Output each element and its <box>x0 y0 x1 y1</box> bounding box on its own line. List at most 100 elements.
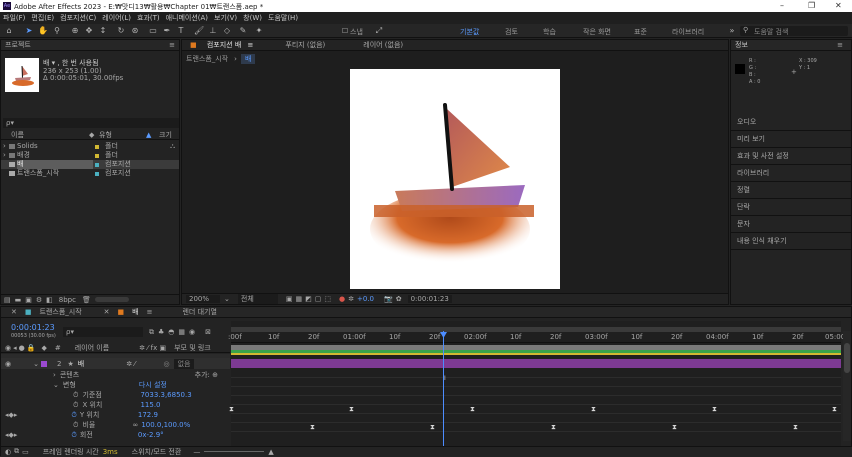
timeline-tab-render-queue[interactable]: 렌더 대기열 <box>178 307 220 318</box>
panel-audio[interactable]: 오디오 <box>731 114 851 131</box>
flowchart-icon[interactable]: ⛬ <box>170 142 175 151</box>
pan-tool-icon[interactable]: ✥ <box>84 26 94 36</box>
eye-icon[interactable]: ◉ <box>5 360 11 368</box>
prop-value[interactable]: 7033.3,6850.3 <box>140 391 191 399</box>
comp-canvas[interactable] <box>350 69 560 289</box>
more-workspaces-icon[interactable]: » <box>727 26 737 36</box>
bpc-label[interactable]: 8bpc <box>59 296 76 304</box>
hand-tool-icon[interactable]: ✋ <box>38 26 48 36</box>
workspace-small-screen[interactable]: 작은 화면 <box>583 27 611 37</box>
viewer-timecode[interactable]: 0:00:01:23 <box>407 295 452 303</box>
toggle-modes-icon[interactable]: ▭ <box>22 448 29 456</box>
panel-effects-presets[interactable]: 효과 및 사전 설정 <box>731 148 851 165</box>
reset-link[interactable]: 다시 설정 <box>139 380 167 390</box>
layer-bar-yellow[interactable] <box>231 353 841 355</box>
prop-x-position[interactable]: ⏱ X 위치 115.0 <box>1 400 230 410</box>
keyframe-icon[interactable]: ⧗ <box>229 406 234 413</box>
brush-tool-icon[interactable]: 🖌 <box>194 26 204 36</box>
scroll-thumb[interactable] <box>844 343 850 373</box>
layer-tab[interactable]: 레이어 (없음) <box>359 40 407 51</box>
timeline-track-area[interactable]: :00f 10f 20f 01:00f 10f 20f 02:00f 10f 2… <box>228 321 845 446</box>
keyframe-icon[interactable]: ⧗ <box>349 406 354 413</box>
list-item[interactable]: 트랜스폼_시작 컴포지션 <box>1 169 179 178</box>
next-keyframe-icon[interactable]: ▸ <box>14 411 18 419</box>
toggle-switches-modes[interactable]: 스위치/모드 전환 <box>132 447 182 457</box>
time-ruler[interactable]: :00f 10f 20f 01:00f 10f 20f 02:00f 10f 2… <box>228 332 845 343</box>
track-x-position[interactable] <box>231 396 841 405</box>
keyframe-icon[interactable]: ⧗ <box>591 406 596 413</box>
puppet-tool-icon[interactable]: ✦ <box>254 26 264 36</box>
project-tab[interactable]: 프로젝트 <box>1 40 35 51</box>
comp-switch-icon[interactable]: ⧉ <box>149 328 154 337</box>
region-icon[interactable]: ▣ <box>286 295 293 303</box>
panel-menu-icon[interactable]: ≡ <box>143 307 157 318</box>
menu-layer[interactable]: 레이어(L) <box>102 13 131 23</box>
keyframe-icon[interactable]: ⧗ <box>310 424 315 431</box>
color-channels-icon[interactable]: ● <box>339 295 345 303</box>
menu-edit[interactable]: 편집(E) <box>31 13 54 23</box>
breadcrumb-item-active[interactable]: 배 <box>240 54 256 64</box>
rectangle-tool-icon[interactable]: ▭ <box>148 26 158 36</box>
list-item-selected[interactable]: 배 컴포지션 <box>1 160 179 169</box>
menu-composition[interactable]: 컴포지션(C) <box>60 13 96 23</box>
timeline-tab-boat[interactable]: 배 <box>128 307 142 318</box>
panel-content-aware-fill[interactable]: 내용 인식 채우기 <box>731 233 851 250</box>
keyframe-icon[interactable]: ⧗ <box>712 406 717 413</box>
panel-character[interactable]: 문자 <box>731 216 851 233</box>
timeline-timecode[interactable]: 0:00:01:23 <box>11 323 55 332</box>
workspace-learn[interactable]: 학습 <box>543 27 556 37</box>
show-snapshot-icon[interactable]: ✿ <box>396 295 402 303</box>
list-item[interactable]: › 배경 폴더 <box>1 151 179 160</box>
workspace-libraries[interactable]: 라이브러리 <box>672 27 704 37</box>
adjust-icon[interactable]: ⚙ <box>36 296 42 304</box>
workspace-review[interactable]: 검토 <box>505 27 518 37</box>
close-tab-icon[interactable]: ✕ <box>100 307 114 318</box>
exposure-value[interactable]: +0.0 <box>357 295 374 303</box>
prop-contents[interactable]: › 콘텐츠 추가: ⊕ <box>1 370 230 380</box>
stopwatch-icon[interactable]: ⏱ <box>73 391 78 400</box>
new-folder-icon[interactable]: ▬ <box>15 296 22 304</box>
timeline-tab-start[interactable]: 트랜스폼_시작 <box>36 307 86 318</box>
expand-arrow-icon[interactable]: › <box>1 142 9 151</box>
comp-tab[interactable]: ■ 컴포지션 배 ≡ <box>182 40 257 51</box>
mask-icon[interactable]: ◩ <box>305 295 312 303</box>
prop-value[interactable]: 172.9 <box>138 411 158 419</box>
time-zoom-slider[interactable] <box>204 451 265 452</box>
motion-blur-icon[interactable]: ◉ <box>189 328 195 336</box>
keyframe-icon[interactable]: ⧗ <box>793 424 798 431</box>
track-scale[interactable] <box>231 414 841 423</box>
prop-transform[interactable]: ⌄ 변형 다시 설정 <box>1 380 230 390</box>
keyframe-icon[interactable]: ⧗ <box>470 406 475 413</box>
type-tool-icon[interactable]: T <box>176 26 186 36</box>
home-icon[interactable]: ⌂ <box>4 26 14 36</box>
close-button[interactable]: ✕ <box>835 1 842 10</box>
panel-preview[interactable]: 미리 보기 <box>731 131 851 148</box>
workspace-default[interactable]: 기본값 <box>460 27 479 37</box>
thumbnail-size-slider[interactable] <box>94 297 129 302</box>
workspace-standard[interactable]: 표준 <box>634 27 647 37</box>
track-anchor[interactable] <box>231 387 841 396</box>
anchor-tool-icon[interactable]: ⊛ <box>130 26 140 36</box>
zoom-out-icon[interactable]: — <box>193 448 200 456</box>
expand-arrow-icon[interactable]: ⌄ <box>33 360 39 368</box>
menu-help[interactable]: 도움말(H) <box>268 13 298 23</box>
playhead-line[interactable] <box>443 331 444 446</box>
orbit-tool-icon[interactable]: ⊕ <box>70 26 80 36</box>
track-rotation[interactable]: ⧗ ⧗ ⧗ ⧗ ⧗ <box>231 423 841 432</box>
breadcrumb-item[interactable]: 트랜스폼_시작 <box>186 54 228 64</box>
stopwatch-active-icon[interactable]: ⏱ <box>71 411 76 420</box>
audio-icon[interactable]: ◂ <box>13 344 17 352</box>
color-depth-icon[interactable]: ◧ <box>46 296 53 304</box>
render-time-icon[interactable]: ◐ <box>5 448 11 456</box>
snapshot-icon[interactable]: 📷 <box>384 295 393 303</box>
panel-paragraph[interactable]: 단락 <box>731 199 851 216</box>
prop-y-position[interactable]: ◂ ◆ ▸ ⏱ Y 위치 172.9 <box>1 410 230 420</box>
eraser-icon[interactable]: ◇ <box>222 26 232 36</box>
expand-panes-icon[interactable]: ⧉ <box>14 447 19 456</box>
eye-icon[interactable]: ◉ <box>5 344 11 352</box>
solo-icon[interactable]: ● <box>19 344 25 352</box>
lock-icon[interactable]: 🔒 <box>27 344 36 352</box>
dolly-tool-icon[interactable]: ↕ <box>98 26 108 36</box>
resolution-select[interactable]: 전체 <box>237 294 278 304</box>
interpret-footage-icon[interactable]: ▤ <box>4 296 11 304</box>
